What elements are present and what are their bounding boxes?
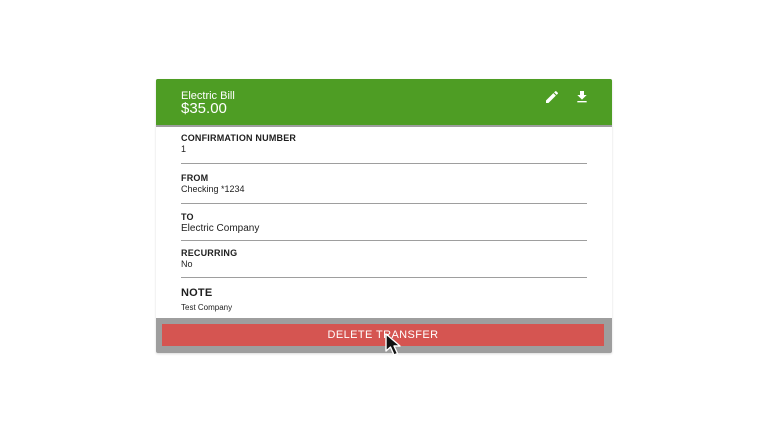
to-field: TO Electric Company xyxy=(181,212,587,234)
to-value: Electric Company xyxy=(181,223,260,234)
recurring-label: RECURRING xyxy=(181,248,238,258)
transfer-detail-card: Electric Bill $35.00 CONFIRMATION NUMBER… xyxy=(156,79,612,353)
note-value: Test Company xyxy=(181,303,233,312)
download-icon[interactable] xyxy=(574,89,590,105)
recurring-field: RECURRING No xyxy=(181,248,587,270)
to-label: TO xyxy=(181,212,194,222)
delete-transfer-button[interactable]: DELETE TRANSFER xyxy=(162,324,604,346)
recurring-value: No xyxy=(181,259,193,269)
transfer-amount: $35.00 xyxy=(181,100,227,117)
pencil-icon[interactable] xyxy=(544,89,560,105)
confirmation-number-label: CONFIRMATION NUMBER xyxy=(181,133,297,143)
confirmation-number-field: CONFIRMATION NUMBER 1 xyxy=(181,133,587,155)
transfer-details: CONFIRMATION NUMBER 1 FROM Checking *123… xyxy=(156,127,612,318)
transfer-header: Electric Bill $35.00 xyxy=(156,79,612,125)
from-field: FROM Checking *1234 xyxy=(181,173,587,195)
divider xyxy=(181,240,587,241)
from-value: Checking *1234 xyxy=(181,184,245,194)
divider xyxy=(181,163,587,164)
confirmation-number-value: 1 xyxy=(181,144,187,154)
note-field: NOTE Test Company xyxy=(181,287,587,313)
divider xyxy=(181,203,587,204)
from-label: FROM xyxy=(181,173,209,183)
divider xyxy=(181,277,587,278)
note-label: NOTE xyxy=(181,287,213,299)
